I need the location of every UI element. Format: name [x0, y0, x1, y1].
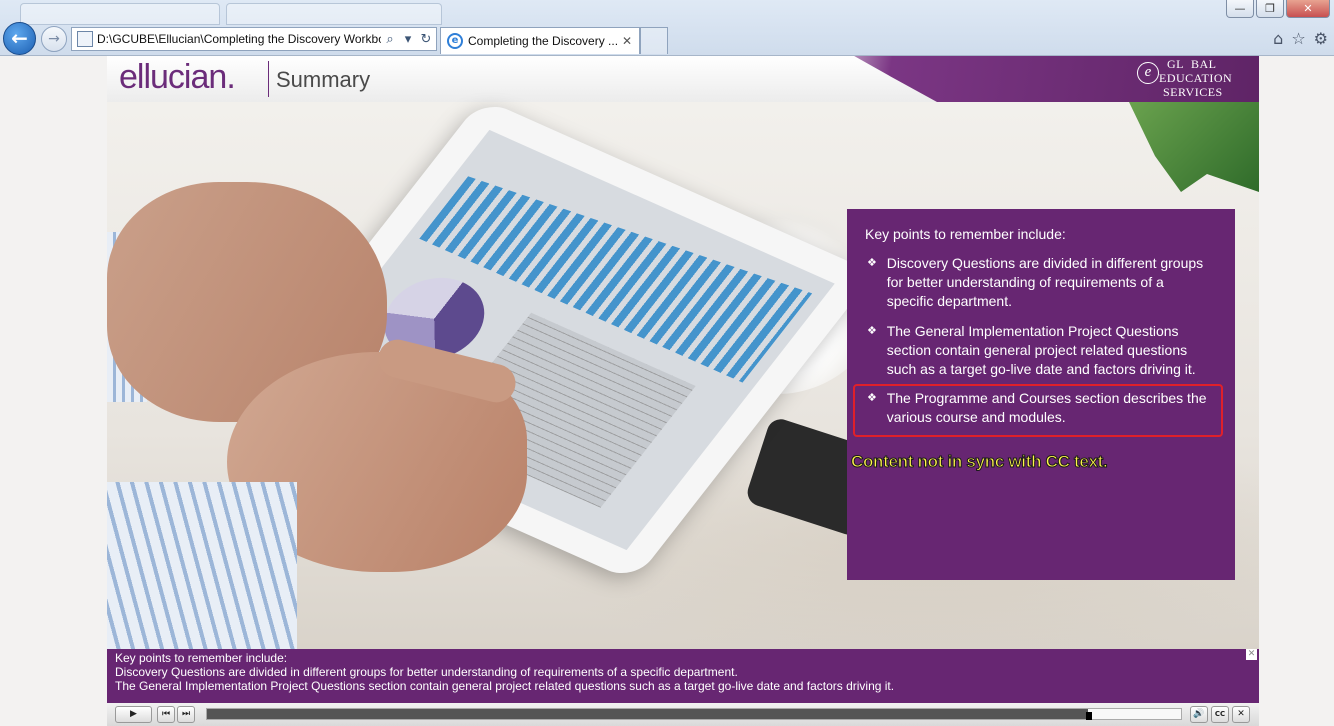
key-point-text: Discovery Questions are divided in diffe… [886, 255, 1204, 309]
key-point-2: ❖ The General Implementation Project Que… [867, 322, 1207, 379]
key-point-1: ❖ Discovery Questions are divided in dif… [867, 254, 1207, 311]
bullet-diamond-icon: ❖ [867, 324, 877, 337]
course-frame: ellucian. Summary e GL BAL EDUCATION SER… [107, 56, 1259, 703]
dropdown-icon[interactable]: ▾ [399, 32, 417, 47]
search-icon[interactable]: ⌕ [381, 32, 399, 47]
close-player-button[interactable]: ✕ [1232, 706, 1250, 723]
key-points-panel: Key points to remember include: ❖ Discov… [847, 209, 1235, 580]
address-url[interactable]: D:\GCUBE\Ellucian\Completing the Discove… [97, 32, 381, 46]
closed-captions: Key points to remember include: Discover… [107, 649, 1259, 703]
tablet-bar-graphic [419, 149, 812, 382]
caption-line-2: Discovery Questions are divided in diffe… [115, 665, 738, 679]
ellucian-logo: ellucian. [119, 58, 236, 97]
settings-gear-icon[interactable]: ⚙ [1314, 29, 1328, 48]
maximize-button[interactable]: ❐ [1256, 0, 1284, 18]
caption-close-icon[interactable]: ✕ [1246, 649, 1257, 660]
progress-handle[interactable] [1086, 712, 1093, 720]
plant-image [1129, 102, 1259, 192]
ges-line-1: GL [1167, 57, 1184, 71]
tab-title: Completing the Discovery ... [468, 34, 618, 48]
address-bar[interactable]: D:\GCUBE\Ellucian\Completing the Discove… [71, 27, 437, 51]
review-highlight-box [853, 384, 1223, 437]
logo-text: ellucian [119, 58, 227, 96]
cc-toggle-button[interactable]: CC [1211, 706, 1229, 723]
global-education-services-logo: e GL BAL EDUCATION SERVICES [1129, 58, 1253, 100]
active-tab[interactable]: e Completing the Discovery ... ✕ [440, 27, 640, 54]
ges-line-1b: BAL [1191, 57, 1217, 71]
page-title: Summary [276, 67, 371, 92]
refresh-icon[interactable]: ↻ [417, 32, 435, 47]
ges-line-3: SERVICES [1163, 85, 1223, 99]
progress-bar[interactable] [206, 708, 1182, 720]
ie-icon: e [447, 33, 463, 49]
key-point-text: The General Implementation Project Quest… [886, 323, 1196, 377]
back-button[interactable]: ← [3, 22, 36, 55]
previous-slide-button[interactable]: ⏮ [157, 706, 175, 723]
browser-tools: ⌂ ☆ ⚙ [1273, 29, 1328, 48]
background-photo: Key points to remember include: ❖ Discov… [107, 98, 1259, 652]
close-window-button[interactable]: ✕ [1286, 0, 1330, 18]
forward-button[interactable]: → [41, 26, 67, 52]
logo-trademark: . [226, 58, 236, 96]
window-controls: — ❐ ✕ [1226, 0, 1330, 18]
header-divider [268, 61, 269, 97]
review-annotation: Content not in sync with CC text. [850, 452, 1108, 472]
next-slide-button[interactable]: ⏭ [177, 706, 195, 723]
ges-e-icon: e [1137, 62, 1159, 84]
bullet-diamond-icon: ❖ [867, 256, 877, 269]
page-icon [77, 31, 93, 47]
caption-line-3: The General Implementation Project Quest… [115, 679, 895, 693]
home-icon[interactable]: ⌂ [1273, 29, 1283, 48]
progress-fill [207, 709, 1089, 719]
minimize-button[interactable]: — [1226, 0, 1254, 18]
caption-line-1: Key points to remember include: [115, 651, 288, 665]
shirt-cuff-image [107, 482, 297, 652]
player-controls: ▶ ⏮ ⏭ 🔊 CC ✕ [107, 703, 1259, 726]
browser-chrome: — ❐ ✕ ← → D:\GCUBE\Ellucian\Completing t… [0, 0, 1334, 56]
ges-line-2: EDUCATION [1159, 71, 1233, 85]
new-tab-button[interactable] [640, 27, 668, 54]
course-header: ellucian. Summary e GL BAL EDUCATION SER… [107, 56, 1259, 102]
background-tab-2[interactable] [226, 3, 442, 25]
volume-button[interactable]: 🔊 [1190, 706, 1208, 723]
favorites-icon[interactable]: ☆ [1291, 29, 1305, 48]
background-tab-1[interactable] [20, 3, 220, 25]
play-button[interactable]: ▶ [115, 706, 152, 723]
tab-close-icon[interactable]: ✕ [622, 34, 632, 48]
key-points-intro: Key points to remember include: [865, 226, 1066, 242]
